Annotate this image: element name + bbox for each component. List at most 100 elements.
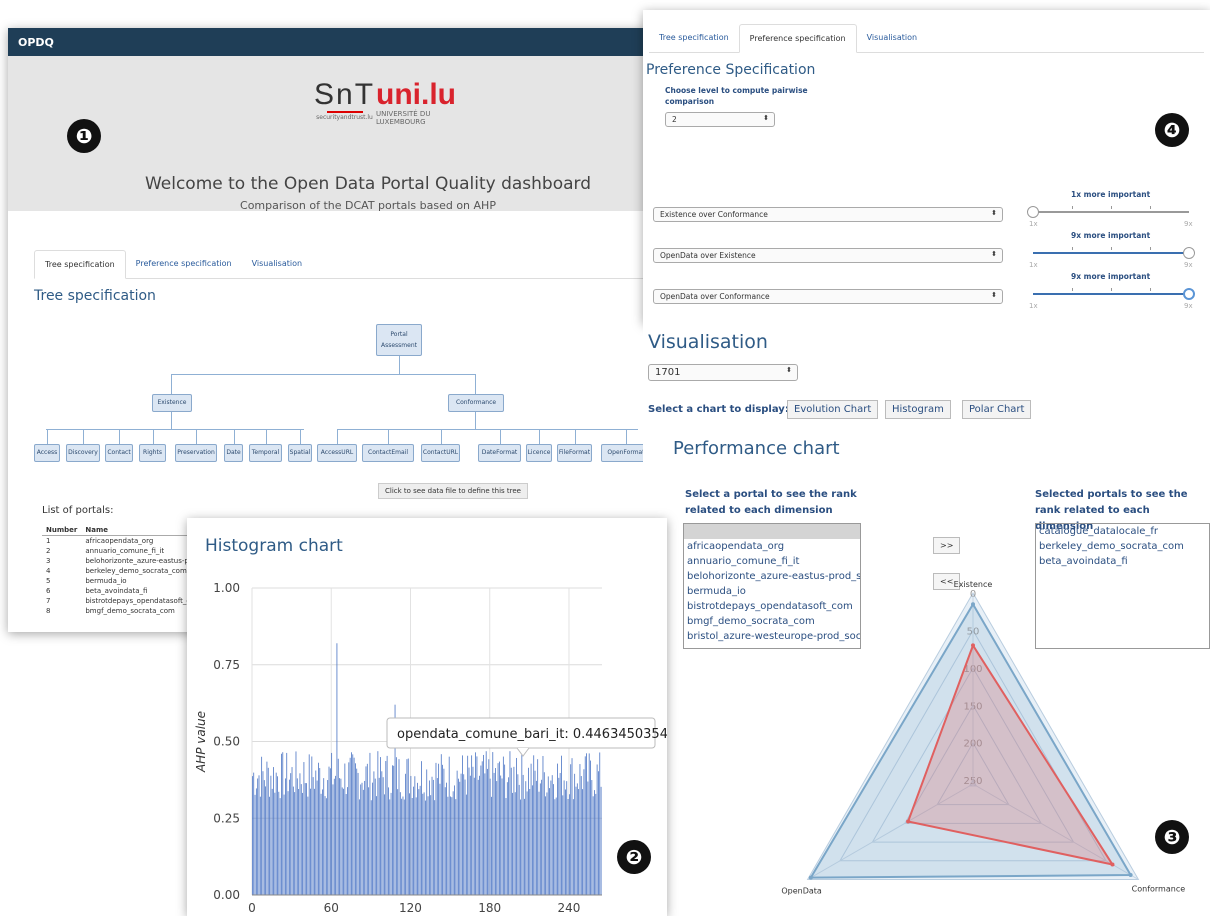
histogram-bar — [537, 759, 539, 895]
histogram-bar — [546, 792, 548, 895]
comparison-select[interactable]: OpenData over Conformance ⬍ — [653, 289, 1003, 304]
slider-tick — [1150, 206, 1151, 209]
histogram-bar — [310, 788, 311, 895]
histogram-bar — [373, 771, 375, 895]
histogram-bar — [557, 763, 558, 895]
table-row: 3 belohorizonte_azure-eastus-pr — [42, 556, 196, 566]
portal-number: 3 — [46, 557, 51, 565]
histogram-bar — [411, 798, 413, 895]
slider-handle[interactable] — [1183, 247, 1195, 259]
histogram-bar — [372, 782, 373, 895]
histogram-bar — [362, 789, 364, 895]
tooltip-pointer — [516, 747, 530, 757]
comparison-select[interactable]: OpenData over Existence ⬍ — [653, 248, 1003, 263]
histogram-bar — [545, 796, 547, 895]
portal-number: 6 — [46, 587, 51, 595]
histogram-bar — [271, 788, 273, 895]
histogram-bar — [579, 764, 581, 895]
slider-fill — [1033, 293, 1189, 295]
histogram-bar — [465, 794, 467, 895]
histogram-bar — [259, 796, 261, 895]
histogram-bar — [513, 766, 515, 895]
histogram-bar — [374, 778, 376, 895]
table-row: 4 berkeley_demo_socrata_com — [42, 566, 196, 576]
histogram-bar — [450, 796, 451, 895]
histogram-bar — [369, 752, 371, 895]
tree-edge — [475, 412, 476, 430]
tab-visualisation[interactable]: Visualisation — [242, 250, 313, 278]
histogram-bar — [475, 752, 477, 895]
radar-axis-label: Existence — [954, 580, 993, 589]
slider-tick — [1072, 206, 1073, 209]
histogram-bar — [431, 776, 433, 895]
histogram-bar — [479, 775, 480, 895]
histogram-bar — [324, 796, 326, 895]
histogram-bar — [500, 775, 502, 895]
histogram-bar — [435, 762, 437, 895]
histogram-bar — [386, 755, 388, 895]
histogram-bar — [344, 763, 346, 895]
histogram-bar — [274, 792, 276, 895]
histogram-bar — [302, 792, 303, 895]
level-label: Choose level to compute pairwise compari… — [665, 86, 808, 106]
slider-max-label: 9x — [1184, 302, 1193, 310]
tree-node-dateformat: DateFormat — [478, 444, 521, 462]
tab-visualisation[interactable]: Visualisation — [857, 24, 928, 52]
histogram-bar — [406, 759, 408, 895]
histogram-bar — [553, 784, 554, 895]
slider-title: 9x more important — [1071, 231, 1151, 240]
x-tick-label: 60 — [324, 901, 339, 915]
histogram-bar — [598, 771, 599, 895]
slider-handle[interactable] — [1027, 206, 1039, 218]
table-row: 8 bmgf_demo_socrata_com — [42, 606, 196, 616]
histogram-bar — [473, 777, 475, 895]
histogram-bar — [495, 768, 496, 895]
histogram-bar — [446, 782, 447, 895]
tree-node-preservation: Preservation — [175, 444, 217, 462]
histogram-bar — [497, 763, 499, 895]
histogram-bar — [389, 799, 391, 895]
histogram-bar — [254, 794, 256, 895]
define-tree-button[interactable]: Click to see data file to define this tr… — [378, 483, 528, 499]
histogram-bar — [462, 755, 463, 895]
histogram-bar — [331, 752, 333, 895]
tab-tree-specification[interactable]: Tree specification — [34, 250, 126, 279]
slider-track[interactable] — [1033, 211, 1189, 213]
histogram-bar — [366, 763, 368, 895]
histogram-bar — [549, 788, 550, 895]
histogram-bar — [337, 758, 339, 895]
level-select[interactable]: 2 ⬍ — [665, 112, 775, 127]
comparison-select[interactable]: Existence over Conformance ⬍ — [653, 207, 1003, 222]
histogram-bar — [565, 789, 566, 895]
slider-min-label: 1x — [1029, 302, 1038, 310]
histogram-bar — [529, 788, 531, 895]
tree-edge — [233, 429, 235, 444]
y-tick-label: 0.75 — [213, 658, 240, 672]
histogram-bar — [518, 784, 520, 895]
histogram-bar — [370, 800, 372, 895]
slider-handle[interactable] — [1183, 288, 1195, 300]
histogram-bar — [358, 799, 360, 895]
histogram-bar — [395, 757, 397, 895]
tree-edge — [47, 429, 48, 444]
histogram-bar — [286, 752, 288, 895]
histogram-bar — [417, 782, 418, 895]
portal-number: 4 — [46, 567, 51, 575]
histogram-bar — [434, 800, 436, 895]
histogram-bar — [533, 755, 535, 895]
histogram-bar — [269, 796, 270, 895]
tab-preference-specification[interactable]: Preference specification — [126, 250, 242, 278]
histogram-bar — [524, 798, 525, 895]
portal-name: bistrotdepays_opendatasoft_c — [85, 597, 191, 605]
histogram-bar — [508, 777, 510, 895]
histogram-bar — [415, 797, 417, 895]
histogram-bar — [586, 753, 587, 895]
tab-preference-specification[interactable]: Preference specification — [738, 24, 857, 53]
tree-edge — [337, 429, 338, 444]
histogram-bar — [357, 772, 359, 895]
histogram-bar — [376, 796, 377, 895]
tab-tree-specification[interactable]: Tree specification — [649, 24, 739, 52]
tree-edge — [171, 374, 172, 395]
badge-3: ❸ — [1155, 820, 1189, 854]
histogram-bar — [530, 763, 532, 895]
